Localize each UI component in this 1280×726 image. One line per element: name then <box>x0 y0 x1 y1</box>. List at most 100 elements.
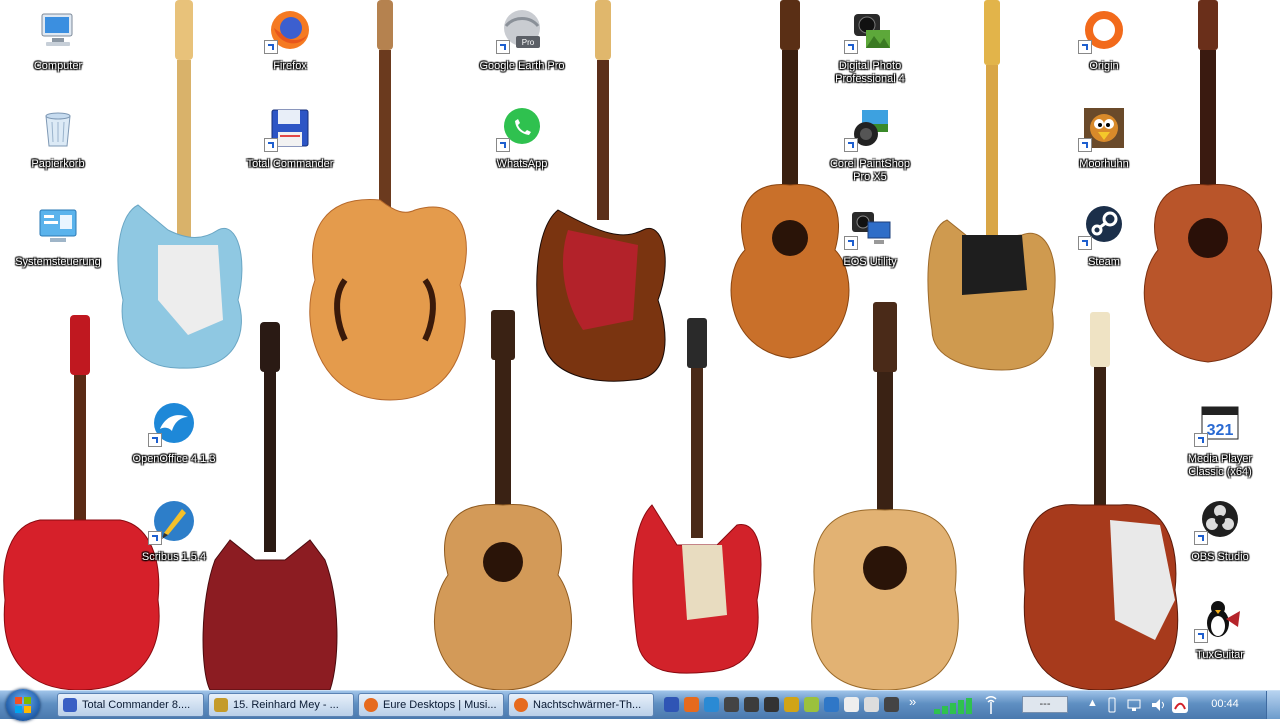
taskbar-button-reinhard-mey[interactable]: 15. Reinhard Mey - ... <box>208 693 354 717</box>
taskbar-button-firefox-nachtschwaermer[interactable]: Nachtschwärmer-Th... <box>508 693 654 717</box>
paintshop-icon <box>844 106 892 152</box>
origin-icon <box>1078 8 1126 54</box>
guitar-classical-2 <box>1143 0 1273 363</box>
desktop-icon-moorhuhn[interactable]: Moorhuhn <box>1056 106 1152 171</box>
desktop-icon-digital-photo-professional[interactable]: Digital Photo Professional 4 <box>822 8 918 86</box>
desktop-icon-whatsapp[interactable]: WhatsApp <box>474 106 570 171</box>
whatsapp-icon <box>496 106 544 152</box>
steam-icon <box>1078 204 1126 250</box>
taskbar-button-label: Total Commander 8.... <box>82 699 191 711</box>
quick-launch-icon[interactable] <box>784 697 799 712</box>
show-desktop-button[interactable] <box>1266 691 1280 719</box>
desktop-icon-eos-utility[interactable]: EOS Utility <box>822 204 918 269</box>
clock[interactable]: 00:44 <box>1200 698 1250 710</box>
desktop-icon-control-panel[interactable]: Systemsteuerung <box>10 204 106 269</box>
moorhuhn-icon <box>1078 106 1126 152</box>
desktop-icon-tuxguitar[interactable]: TuxGuitar <box>1172 597 1268 662</box>
guitar-acoustic-lag <box>433 310 573 690</box>
taskbar-button-total-commander[interactable]: Total Commander 8.... <box>57 693 204 717</box>
eos-utility-icon <box>844 204 892 250</box>
desktop-icon-firefox[interactable]: Firefox <box>242 8 338 73</box>
scribus-icon <box>148 499 196 545</box>
shortcut-arrow-icon <box>1194 433 1208 447</box>
desktop-icon-media-player-classic[interactable]: 321 Media Player Classic (x64) <box>1172 401 1268 479</box>
icon-label: Scribus 1.5.4 <box>141 551 207 563</box>
quick-launch-icon[interactable] <box>804 697 819 712</box>
shortcut-arrow-icon <box>1078 138 1092 152</box>
shortcut-arrow-icon <box>844 236 858 250</box>
guitar-wallpaper <box>3 0 1273 690</box>
quick-launch-icon[interactable] <box>764 697 779 712</box>
desktop-icon-scribus[interactable]: Scribus 1.5.4 <box>126 499 222 564</box>
quick-launch-icon[interactable] <box>864 697 879 712</box>
quick-launch-icon[interactable] <box>704 697 719 712</box>
wireless-icon[interactable] <box>983 696 999 714</box>
desktop-icon-obs-studio[interactable]: OBS Studio <box>1172 499 1268 564</box>
guitar-sunburst-archtop <box>1023 312 1179 690</box>
quick-launch-icon[interactable] <box>664 697 679 712</box>
icon-label: WhatsApp <box>496 158 548 170</box>
windows-logo-icon <box>15 697 31 713</box>
computer-icon <box>36 8 80 52</box>
show-hidden-icons-button[interactable]: ▲ <box>1087 697 1098 709</box>
firefox-icon <box>514 698 528 712</box>
guitar-blue-electric <box>117 0 243 369</box>
icon-label: Google Earth Pro <box>479 60 565 72</box>
icon-label: EOS Utility <box>843 256 897 268</box>
media-player-icon: 321 <box>1194 401 1242 447</box>
quick-launch-icon[interactable] <box>724 697 739 712</box>
network-icon[interactable] <box>1127 698 1143 712</box>
guitar-dreadnought <box>811 302 959 690</box>
desktop-icon-computer[interactable]: Computer <box>10 8 106 73</box>
desktop-icon-total-commander[interactable]: Total Commander <box>242 106 338 171</box>
icon-label: Systemsteuerung <box>15 256 101 268</box>
icon-label: Papierkorb <box>31 158 85 170</box>
desktop-icon-google-earth[interactable]: Pro Google Earth Pro <box>474 8 570 73</box>
floppy-icon <box>264 106 312 152</box>
shortcut-arrow-icon <box>1078 236 1092 250</box>
icon-label: Firefox <box>273 60 307 72</box>
guitar-telecaster <box>927 0 1056 371</box>
acrobat-icon[interactable] <box>1172 697 1188 713</box>
taskbar-button-label: Nachtschwärmer-Th... <box>533 699 642 711</box>
desktop-icon-steam[interactable]: Steam <box>1056 204 1152 269</box>
shortcut-arrow-icon <box>844 40 858 54</box>
shortcut-arrow-icon <box>1194 629 1208 643</box>
quick-launch-icon[interactable] <box>824 697 839 712</box>
quick-launch-icon[interactable] <box>844 697 859 712</box>
icon-label: Steam <box>1088 256 1120 268</box>
volume-icon[interactable] <box>1150 697 1166 713</box>
taskbar: Total Commander 8.... 15. Reinhard Mey -… <box>0 689 1280 721</box>
usb-device-icon[interactable] <box>1105 697 1119 713</box>
toolbar-input-box[interactable]: --- <box>1022 696 1068 713</box>
floppy-icon <box>63 698 77 712</box>
shortcut-arrow-icon <box>1194 531 1208 545</box>
quick-launch-icon[interactable] <box>744 697 759 712</box>
desktop-icon-openoffice[interactable]: OpenOffice 4.1.3 <box>126 401 222 466</box>
firefox-icon <box>364 698 378 712</box>
openoffice-icon <box>148 401 196 447</box>
taskbar-button-firefox-desktops[interactable]: Eure Desktops | Musi... <box>358 693 504 717</box>
icon-label: OBS Studio <box>1191 551 1249 563</box>
desktop-icon-paintshop-pro[interactable]: Corel PaintShop Pro X5 <box>822 106 918 184</box>
desktop-icon-recycle-bin[interactable]: Papierkorb <box>10 106 106 171</box>
svg-text:Pro: Pro <box>522 38 535 47</box>
quick-launch-more-button[interactable]: » <box>909 694 916 709</box>
quick-launch-icon[interactable] <box>684 697 699 712</box>
signal-strength-icon[interactable] <box>932 698 978 714</box>
icon-label: OpenOffice 4.1.3 <box>132 453 216 465</box>
icon-label: TuxGuitar <box>1196 649 1244 661</box>
icon-label: Moorhuhn <box>1079 158 1129 170</box>
quick-launch-icon[interactable] <box>884 697 899 712</box>
shortcut-arrow-icon <box>264 138 278 152</box>
icon-label: Computer <box>33 60 83 72</box>
desktop: Computer Papierkorb Systemsteuerung Fire… <box>0 0 1280 690</box>
control-panel-icon <box>36 204 80 248</box>
shortcut-arrow-icon <box>264 40 278 54</box>
start-button[interactable] <box>6 689 40 721</box>
icon-label: Digital Photo Professional 4 <box>835 60 905 85</box>
desktop-icon-origin[interactable]: Origin <box>1056 8 1152 73</box>
shortcut-arrow-icon <box>148 433 162 447</box>
tux-icon <box>1194 597 1242 643</box>
shortcut-arrow-icon <box>496 40 510 54</box>
